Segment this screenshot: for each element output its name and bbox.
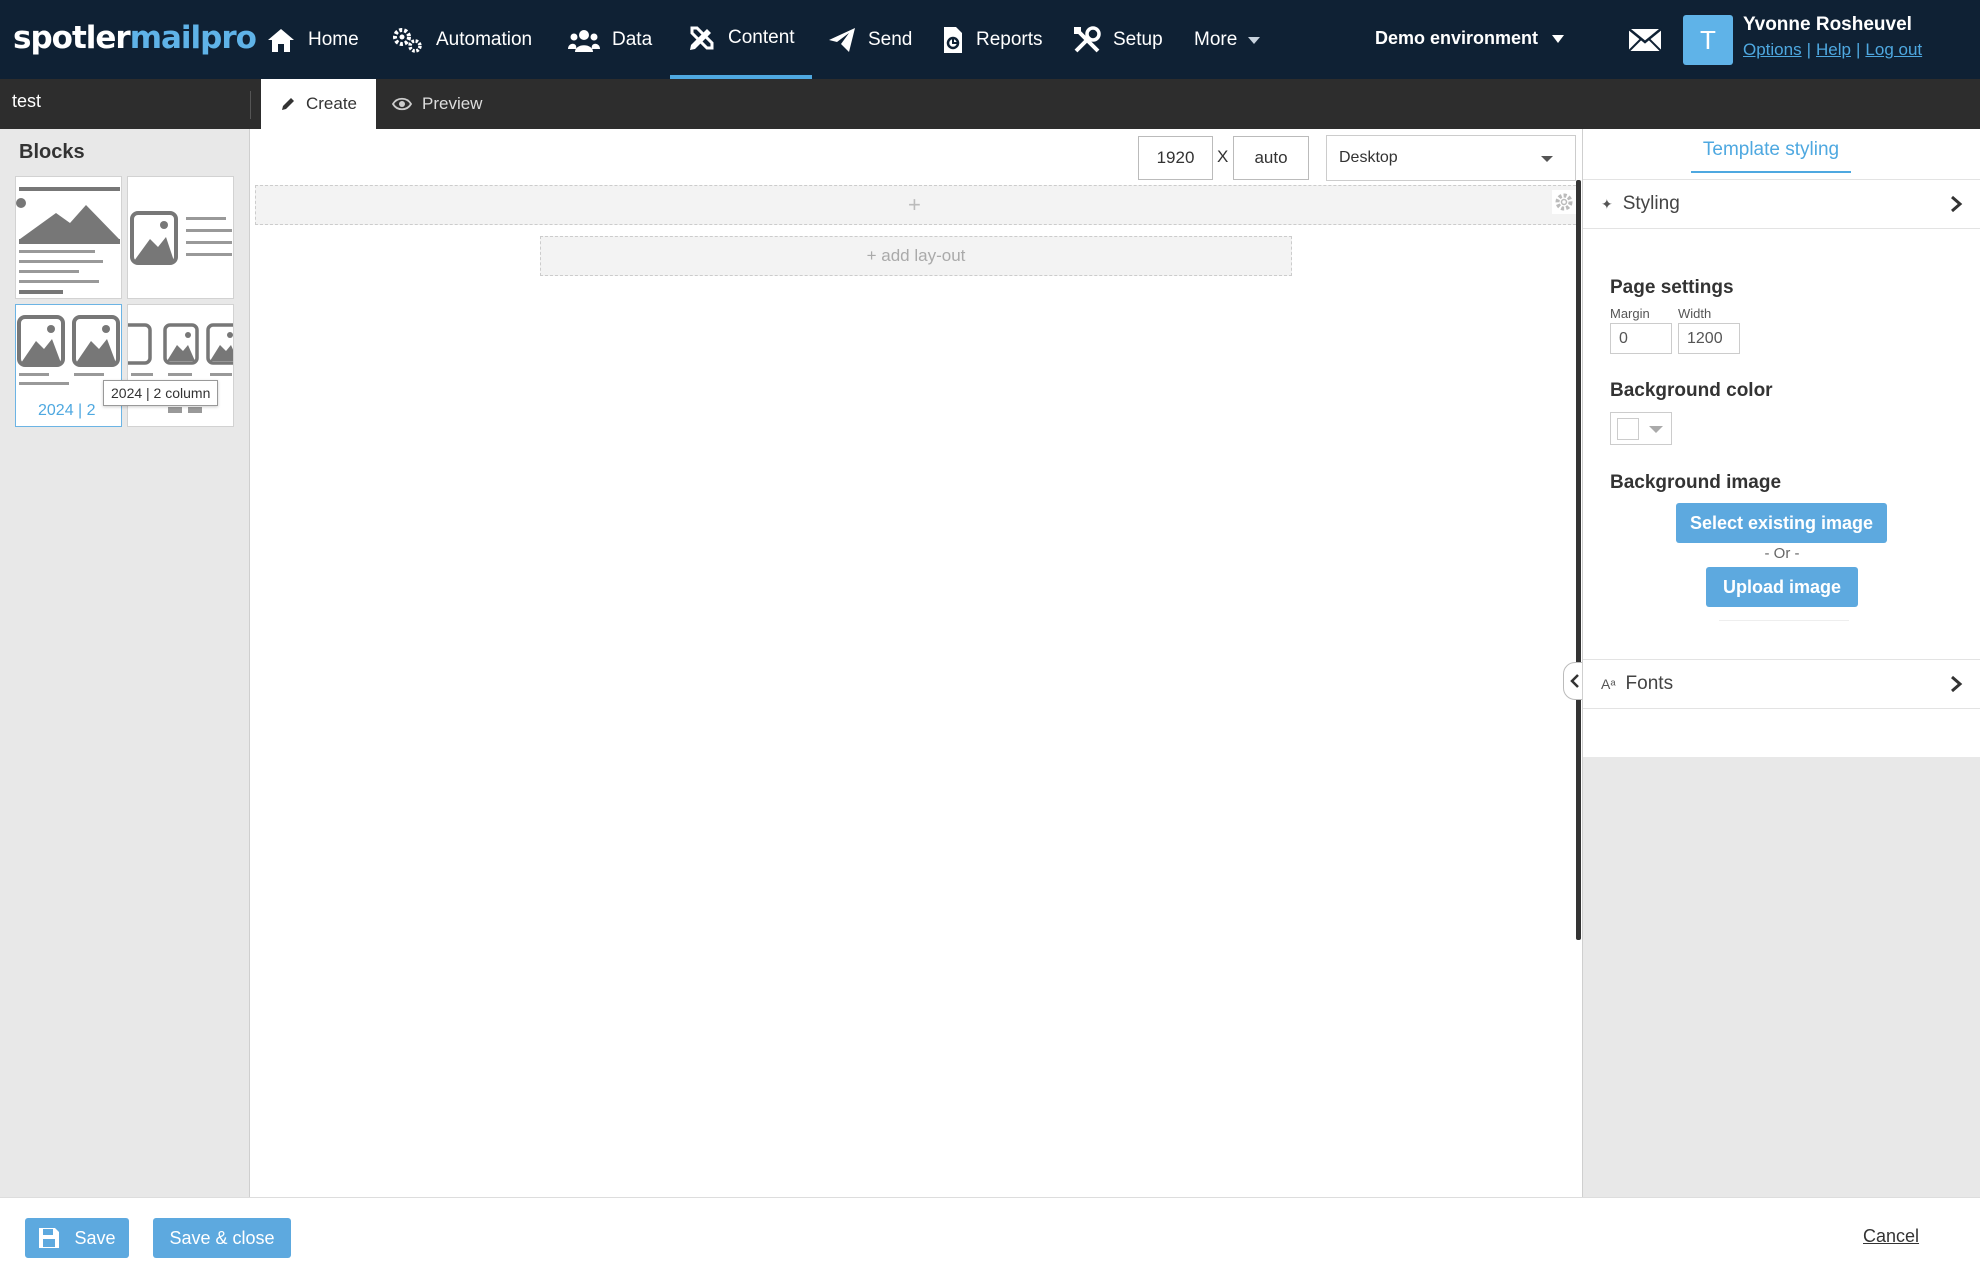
- chevron-right-icon: [1951, 675, 1963, 693]
- canvas-height-input[interactable]: auto: [1233, 136, 1309, 180]
- block-thumbnail-icon: [17, 315, 120, 385]
- font-size-icon: Aᵃ: [1601, 676, 1616, 692]
- gears-icon: [393, 27, 422, 53]
- block-thumbnail-icon: [130, 211, 232, 265]
- chevron-down-icon: [1649, 426, 1663, 433]
- pencil-icon: [281, 98, 294, 110]
- add-row-icon[interactable]: +: [908, 192, 921, 218]
- editor-toolbar: test Create Preview: [0, 79, 1980, 129]
- color-swatch: [1617, 418, 1639, 440]
- blocks-title: Blocks: [19, 141, 85, 163]
- width-input[interactable]: 1200: [1678, 323, 1740, 354]
- environment-selector[interactable]: Demo environment: [1375, 28, 1565, 49]
- nav-more[interactable]: More: [1194, 0, 1261, 79]
- report-file-icon: [944, 26, 962, 53]
- top-navigation: spotlermailpro Home Automation Data Cont…: [0, 0, 1980, 79]
- save-and-close-button[interactable]: Save & close: [153, 1218, 291, 1258]
- gear-icon[interactable]: [1552, 190, 1576, 214]
- eye-icon: [392, 97, 412, 111]
- nav-content[interactable]: Content: [670, 0, 812, 79]
- divider: [250, 91, 251, 119]
- block-thumbnail-icon: [128, 323, 233, 413]
- nav-home[interactable]: Home: [266, 0, 359, 79]
- block-tooltip: 2024 | 2 column: [103, 380, 219, 406]
- nav-reports[interactable]: Reports: [942, 0, 1043, 79]
- nav-setup[interactable]: Setup: [1073, 0, 1163, 79]
- size-separator: X: [1217, 147, 1229, 166]
- tab-preview[interactable]: Preview: [392, 79, 482, 129]
- home-icon: [268, 28, 294, 52]
- block-image-left-text[interactable]: [127, 176, 234, 299]
- help-link[interactable]: Help: [1816, 40, 1851, 59]
- spotler-logo[interactable]: spotlermailpro: [13, 20, 257, 56]
- chevron-left-icon: [1570, 674, 1579, 688]
- margin-input[interactable]: 0: [1610, 323, 1672, 354]
- divider: [1719, 620, 1849, 621]
- select-existing-image-button[interactable]: Select existing image: [1676, 503, 1887, 543]
- styling-section-header[interactable]: ✦ Styling: [1583, 179, 1980, 229]
- magic-wand-icon: ✦: [1601, 195, 1613, 212]
- block-2-column[interactable]: 2024 | 2: [15, 304, 122, 427]
- editor-canvas: 1920 X auto Desktop + + add lay-out: [251, 129, 1581, 1197]
- chevron-down-icon: [1541, 156, 1553, 162]
- nav-data[interactable]: Data: [568, 0, 652, 79]
- pencil-ruler-icon: [690, 26, 714, 50]
- avatar[interactable]: T: [1683, 15, 1733, 65]
- add-layout-button[interactable]: + add lay-out: [540, 236, 1292, 276]
- tab-template-styling[interactable]: Template styling: [1691, 139, 1851, 173]
- background-color-picker[interactable]: [1610, 412, 1672, 445]
- margin-label: Margin: [1610, 306, 1650, 321]
- caret-down-icon: [1552, 35, 1565, 43]
- canvas-width-input[interactable]: 1920: [1138, 136, 1213, 180]
- mail-icon[interactable]: [1628, 28, 1662, 57]
- document-title[interactable]: test: [12, 91, 41, 112]
- template-styling-panel: Template styling ✦ Styling Page settings…: [1582, 129, 1980, 1197]
- users-icon: [568, 29, 600, 52]
- view-mode-select[interactable]: Desktop: [1326, 135, 1576, 181]
- options-link[interactable]: Options: [1743, 40, 1802, 59]
- template-styling-content: Template styling ✦ Styling Page settings…: [1583, 129, 1980, 757]
- background-color-heading: Background color: [1610, 380, 1773, 401]
- footer-bar: Save Save & close Cancel: [0, 1197, 1980, 1272]
- blocks-panel: Blocks 2024 | 2 2024 | 2 column: [0, 129, 250, 1197]
- fonts-section-header[interactable]: Aᵃ Fonts: [1583, 659, 1980, 709]
- block-image-text[interactable]: [15, 176, 122, 299]
- save-button[interactable]: Save: [25, 1218, 129, 1258]
- user-name: Yvonne Rosheuvel: [1743, 14, 1912, 35]
- or-separator: - Or -: [1764, 545, 1800, 562]
- logout-link[interactable]: Log out: [1865, 40, 1922, 59]
- nav-send[interactable]: Send: [828, 0, 912, 79]
- upload-image-button[interactable]: Upload image: [1706, 567, 1858, 607]
- cancel-link[interactable]: Cancel: [1863, 1226, 1919, 1247]
- chevron-right-icon: [1951, 195, 1963, 213]
- block-thumbnail-icon: [16, 187, 120, 294]
- caret-down-icon: [1248, 36, 1261, 44]
- tab-create[interactable]: Create: [261, 79, 376, 129]
- tools-icon: [1074, 25, 1101, 52]
- block-3-column[interactable]: [127, 304, 234, 427]
- user-links: Options | Help | Log out: [1743, 40, 1923, 59]
- page-settings-heading: Page settings: [1610, 277, 1734, 298]
- floppy-disk-icon: [39, 1228, 60, 1248]
- background-image-heading: Background image: [1610, 472, 1782, 493]
- layout-row[interactable]: +: [255, 185, 1581, 225]
- nav-automation[interactable]: Automation: [392, 0, 532, 79]
- width-label: Width: [1678, 306, 1712, 321]
- paper-plane-icon: [829, 27, 855, 52]
- panel-resize-handle[interactable]: [1576, 180, 1581, 940]
